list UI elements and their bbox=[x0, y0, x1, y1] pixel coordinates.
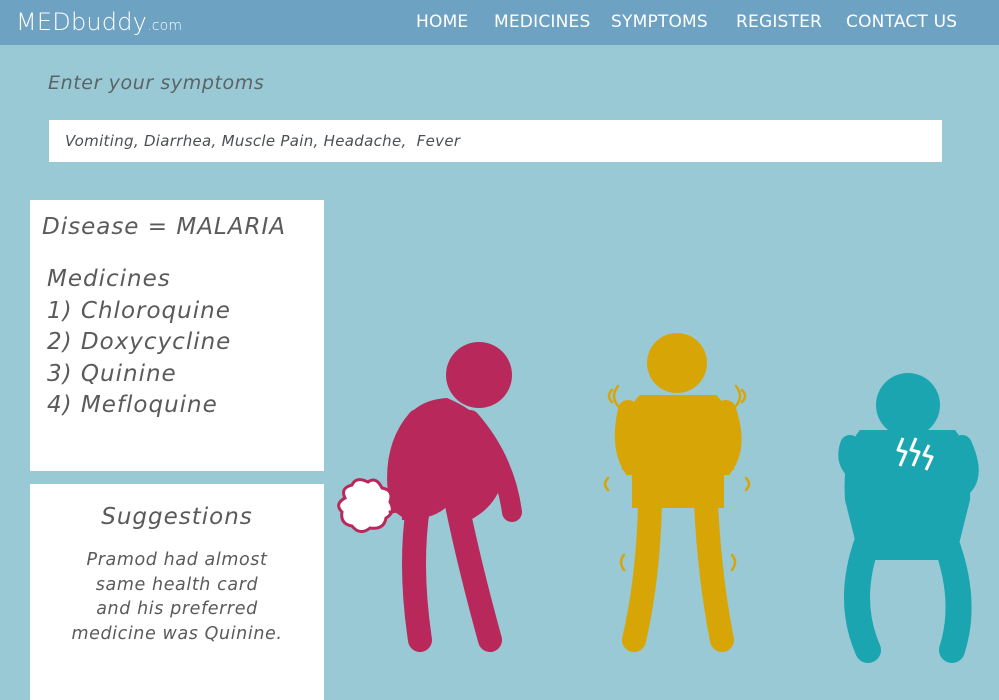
stomach-pain-figure-icon bbox=[838, 373, 979, 663]
suggestions-title: Suggestions bbox=[101, 504, 253, 530]
nav-home[interactable]: HOME bbox=[416, 12, 468, 32]
logo-main: MEDbuddy bbox=[16, 8, 148, 36]
medicine-item: 2) Doxycycline bbox=[47, 329, 232, 355]
medicine-item: 4) Mefloquine bbox=[47, 392, 218, 418]
disease-result-card: Disease = MALARIA Medicines 1) Chloroqui… bbox=[30, 200, 324, 471]
suggestions-text: Pramod had almost same health card and h… bbox=[71, 550, 283, 644]
medicines-heading: Medicines bbox=[47, 266, 171, 292]
nav-symptoms[interactable]: SYMPTOMS bbox=[611, 12, 708, 32]
top-navbar: MEDbuddy.com HOME MEDICINES SYMPTOMS REG… bbox=[0, 0, 999, 45]
shivering-figure-icon bbox=[603, 333, 751, 652]
logo-suffix: .com bbox=[147, 18, 183, 34]
medicine-item: 3) Quinine bbox=[47, 360, 177, 387]
medicine-item: 1) Chloroquine bbox=[47, 297, 231, 324]
disease-title: Disease = MALARIA bbox=[42, 214, 286, 240]
nav-medicines[interactable]: MEDICINES bbox=[494, 12, 590, 32]
nav-register[interactable]: REGISTER bbox=[736, 12, 822, 32]
diarrhea-figure-icon bbox=[387, 342, 522, 652]
symptoms-illustration bbox=[337, 333, 979, 663]
symptoms-prompt: Enter your symptoms bbox=[48, 72, 265, 94]
medicines-list: Medicines 1) Chloroquine 2) Doxycycline … bbox=[47, 264, 231, 422]
site-logo[interactable]: MEDbuddy.com bbox=[16, 8, 182, 36]
nav-contact-us[interactable]: CONTACT US bbox=[846, 12, 957, 32]
symptoms-input[interactable] bbox=[49, 120, 942, 162]
suggestions-card: Suggestions Pramod had almost same healt… bbox=[30, 484, 324, 700]
